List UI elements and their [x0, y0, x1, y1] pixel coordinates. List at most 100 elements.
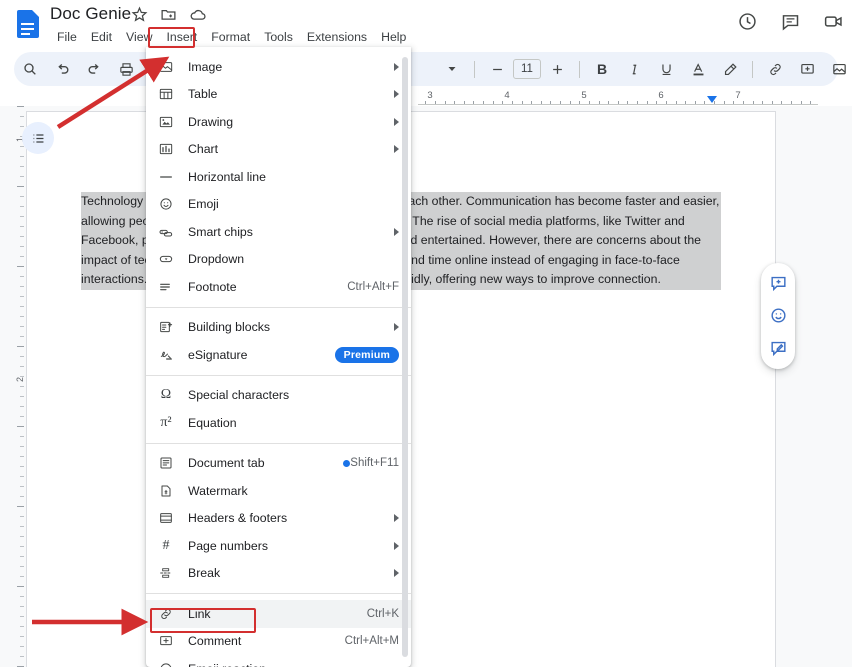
vruler-tick — [20, 336, 24, 337]
vertical-ruler: 1 2 — [14, 106, 25, 667]
equation-icon: π² — [160, 414, 172, 430]
add-comment-icon[interactable] — [793, 55, 821, 83]
ruler-tick — [483, 101, 484, 104]
menu-item-image[interactable]: Image — [146, 53, 411, 81]
show-outline-icon[interactable] — [22, 122, 54, 154]
menu-item-label: Emoji — [188, 197, 219, 212]
menu-tools[interactable]: Tools — [257, 28, 300, 47]
ruler-tick — [723, 101, 725, 104]
vruler-tick — [20, 326, 24, 327]
menu-item-drawing[interactable]: Drawing — [146, 108, 411, 136]
menu-item-esignature[interactable]: eSignature Premium — [146, 341, 411, 369]
vruler-tick — [20, 556, 24, 557]
menu-item-table[interactable]: Table — [146, 81, 411, 109]
print-icon[interactable] — [112, 55, 140, 83]
headers-footers-icon — [156, 509, 176, 527]
menu-format[interactable]: Format — [204, 28, 257, 47]
italic-icon[interactable] — [620, 55, 648, 83]
highlight-color-icon[interactable] — [716, 55, 744, 83]
vruler-tick — [20, 286, 24, 287]
menu-item-link[interactable]: Link Ctrl+K — [146, 600, 411, 628]
menu-bar: File Edit View Insert Format Tools Exten… — [50, 28, 413, 47]
comment-history-icon[interactable] — [780, 11, 801, 32]
menu-item-emoji-reaction[interactable]: Emoji reaction — [146, 655, 411, 667]
star-icon[interactable] — [131, 6, 148, 23]
menu-scrollbar[interactable] — [402, 57, 408, 657]
vruler-tick — [20, 196, 24, 197]
menu-item-emoji[interactable]: Emoji — [146, 191, 411, 219]
meet-camera-icon[interactable] — [823, 11, 844, 32]
cloud-saved-icon[interactable] — [189, 6, 206, 23]
vruler-tick — [20, 516, 24, 517]
menu-item-break[interactable]: Break — [146, 560, 411, 588]
menu-insert[interactable]: Insert — [159, 28, 204, 47]
menu-item-smart-chips[interactable]: Smart chips — [146, 218, 411, 246]
menu-item-equation[interactable]: π² Equation — [146, 409, 411, 437]
toolbar-divider-3 — [752, 60, 753, 78]
underline-icon[interactable] — [652, 55, 680, 83]
drawing-icon — [156, 113, 176, 131]
menu-item-page-numbers[interactable]: # Page numbers — [146, 532, 411, 560]
menu-item-dropdown[interactable]: Dropdown — [146, 246, 411, 274]
menu-item-comment[interactable]: Comment Ctrl+Alt+M — [146, 628, 411, 656]
menu-file[interactable]: File — [50, 28, 84, 47]
menu-edit[interactable]: Edit — [84, 28, 119, 47]
comment-icon — [156, 632, 176, 650]
emoji-reaction-icon — [156, 660, 176, 667]
move-folder-icon[interactable] — [160, 6, 177, 23]
menu-divider — [146, 442, 411, 444]
menu-extensions[interactable]: Extensions — [300, 28, 374, 47]
menu-item-headers-footers[interactable]: Headers & footers — [146, 505, 411, 533]
search-icon[interactable] — [16, 55, 44, 83]
right-indent-marker[interactable] — [707, 96, 717, 103]
font-size-input[interactable]: 11 — [513, 59, 541, 79]
vruler-tick — [17, 346, 24, 347]
document-title[interactable]: Doc Genie — [50, 4, 131, 24]
menu-item-special-characters[interactable]: Ω Special characters — [146, 382, 411, 410]
vruler-tick — [20, 446, 24, 447]
vruler-tick — [20, 276, 24, 277]
menu-item-chart[interactable]: Chart — [146, 136, 411, 164]
vruler-label-2: 2 — [15, 376, 25, 382]
submenu-arrow-icon — [394, 117, 399, 126]
redo-icon[interactable] — [80, 55, 108, 83]
vruler-tick — [20, 466, 24, 467]
google-docs-window: Doc Genie File Edit View Insert Format T… — [0, 0, 852, 667]
vruler-tick — [20, 126, 24, 127]
bold-icon[interactable]: B — [588, 55, 616, 83]
menu-item-building-blocks[interactable]: Building blocks — [146, 314, 411, 342]
vruler-tick — [20, 366, 24, 367]
menu-item-watermark[interactable]: Watermark — [146, 477, 411, 505]
ruler-number: 7 — [735, 90, 741, 101]
vruler-tick — [20, 596, 24, 597]
vruler-tick — [20, 156, 24, 157]
building-blocks-icon — [156, 318, 176, 336]
ruler-tick — [560, 101, 561, 104]
ruler-tick — [579, 101, 581, 104]
insert-image-icon[interactable] — [825, 55, 852, 83]
add-comment-icon[interactable] — [767, 272, 789, 294]
dropdown-caret-icon[interactable] — [438, 55, 466, 83]
menu-item-label: Building blocks — [188, 320, 271, 335]
suggest-edit-icon[interactable] — [767, 338, 789, 360]
emoji-reaction-icon[interactable] — [767, 305, 789, 327]
version-history-icon[interactable] — [737, 11, 758, 32]
menu-item-footnote[interactable]: Footnote Ctrl+Alt+F — [146, 273, 411, 301]
insert-link-icon[interactable] — [761, 55, 789, 83]
menu-item-label: Page numbers — [188, 538, 268, 553]
menu-item-label: eSignature — [188, 347, 248, 362]
text-color-icon[interactable] — [684, 55, 712, 83]
increase-font-size-icon[interactable] — [543, 55, 571, 83]
menu-item-label: Table — [188, 87, 218, 102]
submenu-arrow-icon — [394, 62, 399, 71]
menu-help[interactable]: Help — [374, 28, 413, 47]
insert-dropdown-menu[interactable]: Image Table Drawing Chart Horizontal line Emo… — [146, 47, 411, 667]
undo-icon[interactable] — [48, 55, 76, 83]
menu-view[interactable]: View — [119, 28, 159, 47]
emoji-icon — [156, 195, 176, 213]
menu-item-document-tab[interactable]: Document tab Shift+F11 — [146, 450, 411, 478]
decrease-font-size-icon[interactable] — [483, 55, 511, 83]
menu-item-horizontal-line[interactable]: Horizontal line — [146, 163, 411, 191]
horizontal-ruler[interactable]: 3 4 5 6 7 — [418, 90, 818, 106]
ruler-tick — [608, 101, 610, 104]
